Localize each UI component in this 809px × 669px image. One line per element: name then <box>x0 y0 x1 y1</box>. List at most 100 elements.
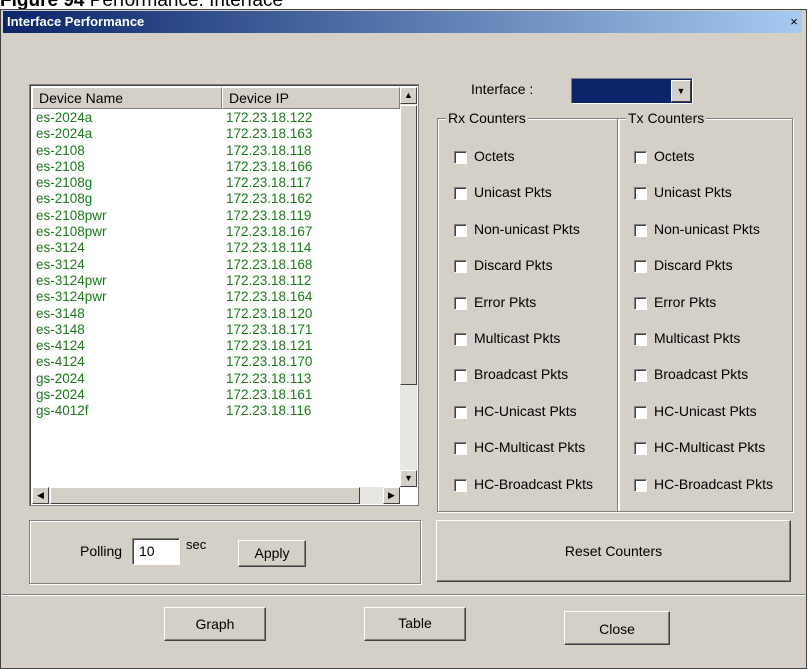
table-row[interactable]: gs-2024 172.23.18.113 <box>32 371 400 387</box>
device-name-cell: es-3148 <box>36 305 85 321</box>
chevron-down-icon[interactable]: ▼ <box>671 80 691 102</box>
rx-counter-checkbox[interactable] <box>454 478 467 492</box>
scroll-down-icon[interactable]: ▼ <box>400 470 417 487</box>
table-row[interactable]: gs-2024 172.23.18.161 <box>32 387 400 403</box>
rx-counter-checkbox[interactable] <box>454 369 467 383</box>
close-button[interactable]: Close <box>564 611 670 645</box>
device-name-cell: es-3124pwr <box>36 272 107 288</box>
vertical-scrollbar[interactable]: ▲ ▼ <box>400 87 417 487</box>
table-row[interactable]: es-3124 172.23.18.168 <box>32 257 400 273</box>
tx-counters-title: Tx Counters <box>626 110 707 126</box>
device-name-cell: es-2108g <box>36 175 93 191</box>
device-name-cell: es-2024a <box>36 110 93 125</box>
table-row[interactable]: gs-4012f 172.23.18.116 <box>32 403 400 419</box>
device-list[interactable]: Device Name Device IP es-2024a 172.23.18.… <box>29 84 419 506</box>
device-name-cell: es-4124 <box>36 354 85 370</box>
device-name-cell: es-3124pwr <box>36 289 107 305</box>
rx-counter-checkbox-label: HC-Broadcast Pkts <box>474 475 594 492</box>
horizontal-scrollbar[interactable]: ◀ ▶ <box>32 487 400 504</box>
polling-interval-input[interactable]: 10 <box>132 538 180 565</box>
tx-counter-checkbox-label: HC-Broadcast Pkts <box>654 475 774 492</box>
tx-counter-checkbox-label: Discard Pkts <box>654 257 733 274</box>
device-ip-cell: 172.23.18.163 <box>226 126 313 142</box>
table-row[interactable]: es-3148 172.23.18.171 <box>32 322 400 338</box>
device-ip-cell: 172.23.18.117 <box>226 175 312 191</box>
device-ip-cell: 172.23.18.162 <box>226 191 313 207</box>
table-button[interactable]: Table <box>364 607 466 641</box>
rx-counters-title: Rx Counters <box>446 110 528 126</box>
tx-counter-checkbox-label: Broadcast Pkts <box>654 366 749 383</box>
device-ip-cell: 172.23.18.122 <box>226 110 313 125</box>
rx-counter-checkbox-label: Unicast Pkts <box>474 184 552 201</box>
device-ip-cell: 172.23.18.168 <box>226 256 313 272</box>
device-rows: es-2024a 172.23.18.122 es-2024a 172.23.18.1… <box>32 110 400 420</box>
vertical-scroll-thumb[interactable] <box>400 105 417 385</box>
tx-counter-checkbox-label: HC-Unicast Pkts <box>654 402 757 419</box>
interface-performance-window: Interface Performance × Device Name Devi… <box>0 9 807 669</box>
table-row[interactable]: es-2108 172.23.18.118 <box>32 143 400 159</box>
table-row[interactable]: es-3148 172.23.18.120 <box>32 306 400 322</box>
rx-counter-checkbox[interactable] <box>454 296 467 310</box>
rx-counters-group: Rx Counters Octets Unicast Pkts Non-unicas… <box>437 110 619 512</box>
table-row[interactable]: es-3124pwr 172.23.18.112 <box>32 273 400 289</box>
rx-counter-checkbox-label: Error Pkts <box>474 293 537 310</box>
table-row[interactable]: es-3124pwr 172.23.18.164 <box>32 289 400 305</box>
table-row[interactable]: es-2024a 172.23.18.163 <box>32 126 400 142</box>
rx-counter-checkbox-label: HC-Unicast Pkts <box>474 402 577 419</box>
device-ip-cell: 172.23.18.118 <box>226 142 312 158</box>
device-name-cell: es-3124 <box>36 256 85 272</box>
table-row[interactable]: es-3124 172.23.18.114 <box>32 240 400 256</box>
column-header-device-ip[interactable]: Device IP <box>222 87 400 109</box>
rx-counter-checkbox[interactable] <box>454 187 467 201</box>
reset-counters-button[interactable]: Reset Counters <box>436 520 791 582</box>
device-name-cell: es-4124 <box>36 338 85 354</box>
tx-counter-checkbox[interactable] <box>634 223 647 237</box>
device-name-cell: es-3148 <box>36 321 85 337</box>
apply-button[interactable]: Apply <box>238 540 306 567</box>
device-name-cell: es-2024a <box>36 126 93 142</box>
device-ip-cell: 172.23.18.113 <box>226 370 312 386</box>
rx-counter-checkbox-label: HC-Multicast Pkts <box>474 439 586 456</box>
tx-counter-checkbox[interactable] <box>634 442 647 456</box>
device-ip-cell: 172.23.18.164 <box>226 289 313 305</box>
footer-divider <box>2 594 805 596</box>
device-ip-cell: 172.23.18.161 <box>226 387 313 403</box>
tx-counter-checkbox[interactable] <box>634 333 647 346</box>
table-row[interactable]: es-4124 172.23.18.121 <box>32 338 400 354</box>
horizontal-scroll-thumb[interactable] <box>50 487 360 504</box>
interface-select[interactable]: ▼ <box>571 78 693 104</box>
device-name-cell: gs-2024 <box>36 370 85 386</box>
tx-counter-checkbox[interactable] <box>634 296 647 310</box>
table-row[interactable]: es-4124 172.23.18.170 <box>32 354 400 370</box>
column-header-device-name[interactable]: Device Name <box>32 87 222 109</box>
rx-counter-checkbox[interactable] <box>454 333 467 346</box>
table-row[interactable]: es-2108pwr 172.23.18.167 <box>32 224 400 240</box>
tx-counter-checkbox[interactable] <box>634 187 647 201</box>
tx-counter-checkbox[interactable] <box>634 369 647 383</box>
scroll-left-icon[interactable]: ◀ <box>32 487 49 504</box>
tx-counter-checkbox-label: Non-unicast Pkts <box>654 220 760 237</box>
graph-button[interactable]: Graph <box>164 607 266 641</box>
rx-counter-checkbox[interactable] <box>454 223 467 237</box>
close-icon[interactable]: × <box>784 12 804 32</box>
tx-counter-checkbox[interactable] <box>634 478 647 492</box>
table-row[interactable]: es-2108g 172.23.18.117 <box>32 175 400 191</box>
tx-counter-checkbox[interactable] <box>634 260 647 274</box>
polling-unit-label: sec <box>186 537 207 552</box>
device-ip-cell: 172.23.18.112 <box>226 272 312 288</box>
scroll-right-icon[interactable]: ▶ <box>383 487 400 504</box>
device-ip-cell: 172.23.18.119 <box>226 207 312 223</box>
rx-counter-checkbox[interactable] <box>454 151 467 164</box>
tx-counter-checkbox[interactable] <box>634 151 647 164</box>
tx-counter-checkbox[interactable] <box>634 405 647 419</box>
table-row[interactable]: es-2108pwr 172.23.18.119 <box>32 208 400 224</box>
table-row[interactable]: es-2024a 172.23.18.122 <box>32 110 400 126</box>
table-row[interactable]: es-2108g 172.23.18.162 <box>32 191 400 207</box>
table-row[interactable]: es-2108 172.23.18.166 <box>32 159 400 175</box>
rx-counter-checkbox[interactable] <box>454 405 467 419</box>
scroll-up-icon[interactable]: ▲ <box>400 87 417 104</box>
device-ip-cell: 172.23.18.171 <box>226 321 313 337</box>
rx-counter-checkbox[interactable] <box>454 442 467 456</box>
rx-counter-checkbox[interactable] <box>454 260 467 274</box>
device-name-cell: gs-4012f <box>36 403 89 419</box>
